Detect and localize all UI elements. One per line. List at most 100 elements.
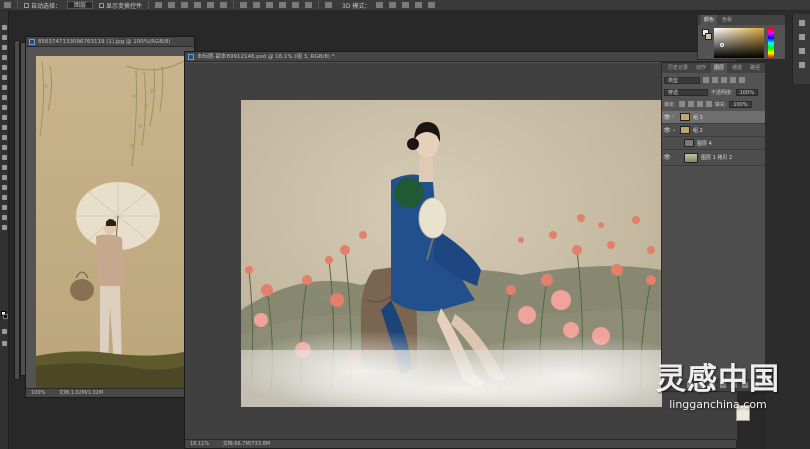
clone-stamp-tool-icon[interactable] — [2, 105, 7, 110]
more-tools-icon[interactable] — [2, 225, 7, 230]
auto-select-checkbox[interactable]: 自动选择： — [24, 1, 61, 10]
align-center-icon[interactable] — [207, 2, 215, 8]
distribute-bottom-icon[interactable] — [266, 2, 274, 8]
align-right-icon[interactable] — [220, 2, 228, 8]
layer-row-group-3[interactable]: 👁 › 组 3 — [662, 111, 765, 124]
lock-position-icon[interactable] — [696, 101, 703, 107]
color-picker-handle[interactable] — [720, 43, 724, 47]
eyedropper-tool-icon[interactable] — [2, 75, 7, 80]
path-select-tool-icon[interactable] — [2, 185, 7, 190]
tab-channels[interactable]: 通道 — [729, 63, 745, 73]
photo-umbrella-woman — [36, 56, 184, 390]
fill-label: 填充: — [714, 101, 727, 108]
adjustments-panel-icon[interactable] — [799, 34, 805, 40]
tab-color[interactable]: 颜色 — [701, 15, 718, 25]
3d-pan-icon[interactable] — [402, 2, 410, 8]
opacity-field[interactable]: 100% — [735, 88, 758, 96]
layer-name: 组 2 — [693, 127, 703, 134]
tab-swatches[interactable]: 色板 — [719, 15, 735, 25]
lock-pixels-icon[interactable] — [687, 101, 694, 107]
auto-select-dropdown[interactable]: 图层 — [67, 1, 94, 9]
layers-panel: 历史记录 动作 图层 通道 路径 类型 穿透 不透明度: 100% 锁定: 填充… — [661, 62, 766, 392]
expand-arrow-icon[interactable]: › — [672, 114, 680, 120]
filter-shape-icon[interactable] — [730, 77, 736, 83]
zoom-readout[interactable]: 100% — [31, 390, 45, 396]
crop-tool-icon[interactable] — [2, 65, 7, 70]
move-tool-icon[interactable] — [2, 25, 7, 30]
healing-brush-tool-icon[interactable] — [2, 85, 7, 90]
distribute-top-icon[interactable] — [240, 2, 248, 8]
layer-row-group-2[interactable]: 👁 ⌄ 组 2 — [662, 124, 765, 137]
3d-roll-icon[interactable] — [389, 2, 397, 8]
document-tab-main[interactable]: 未标题-副本89912146.psd @ 18.1% (组 3, RGB/8) … — [185, 52, 736, 62]
tab-history[interactable]: 历史记录 — [665, 63, 691, 73]
layer-row-layer-1-copy-2[interactable]: 👁 图层 1 拷贝 2 — [662, 150, 765, 166]
tab-layers[interactable]: 图层 — [711, 63, 728, 73]
align-middle-icon[interactable] — [168, 2, 176, 8]
document-window-main[interactable]: 未标题-副本89912146.psd @ 18.1% (组 3, RGB/8) … — [184, 51, 737, 449]
filter-pixel-icon[interactable] — [703, 77, 709, 83]
canvas-main[interactable] — [241, 100, 662, 407]
history-brush-tool-icon[interactable] — [2, 115, 7, 120]
blend-mode-dropdown[interactable]: 穿透 — [664, 88, 708, 96]
3d-rotate-icon[interactable] — [376, 2, 384, 8]
visibility-eye-icon[interactable]: 👁 — [662, 127, 672, 134]
visibility-eye-icon[interactable]: 👁 — [662, 114, 672, 121]
visibility-eye-icon[interactable]: 👁 — [662, 154, 672, 161]
hue-slider[interactable] — [768, 28, 774, 58]
lock-all-icon[interactable] — [705, 101, 712, 107]
auto-select-label: 自动选择： — [31, 2, 62, 10]
gradient-tool-icon[interactable] — [2, 135, 7, 140]
character-panel-icon[interactable] — [799, 62, 805, 68]
zoom-tool-icon[interactable] — [2, 215, 7, 220]
fill-field[interactable]: 100% — [729, 100, 752, 108]
tab-paths[interactable]: 路径 — [747, 63, 763, 73]
close-icon[interactable] — [29, 39, 35, 45]
lasso-tool-icon[interactable] — [2, 45, 7, 50]
blur-tool-icon[interactable] — [2, 145, 7, 150]
hand-tool-icon[interactable] — [2, 205, 7, 210]
quick-mask-icon[interactable] — [2, 329, 7, 334]
layer-list: 👁 › 组 3 👁 ⌄ 组 2 图层 4 👁 图层 1 拷贝 2 — [662, 111, 765, 381]
align-left-icon[interactable] — [194, 2, 202, 8]
shape-tool-icon[interactable] — [2, 195, 7, 200]
pen-tool-icon[interactable] — [2, 165, 7, 170]
3d-slide-icon[interactable] — [415, 2, 423, 8]
properties-panel-icon[interactable] — [799, 48, 805, 54]
tab-actions[interactable]: 动作 — [693, 63, 709, 73]
collapse-arrow-icon[interactable]: ⌄ — [672, 127, 680, 133]
3d-scale-icon[interactable] — [428, 2, 436, 8]
document-tab-left[interactable]: 8563747133096763119 (1).jpg @ 100%(RGB/8… — [26, 37, 194, 47]
brush-tool-icon[interactable] — [2, 95, 7, 100]
eraser-tool-icon[interactable] — [2, 125, 7, 130]
move-tool-icon[interactable] — [4, 2, 11, 8]
type-tool-icon[interactable] — [2, 175, 7, 180]
filter-smart-object-icon[interactable] — [739, 77, 745, 83]
lock-transparency-icon[interactable] — [678, 101, 685, 107]
distribute-right-icon[interactable] — [305, 2, 313, 8]
filter-kind-dropdown[interactable]: 类型 — [664, 76, 700, 84]
close-icon[interactable] — [188, 54, 194, 60]
document-window-left[interactable]: 8563747133096763119 (1).jpg @ 100%(RGB/8… — [25, 36, 195, 398]
panel-icon-strip — [792, 14, 810, 84]
background-color-swatch[interactable] — [3, 314, 8, 319]
marquee-tool-icon[interactable] — [2, 35, 7, 40]
color-panel-icon[interactable] — [799, 20, 805, 26]
align-top-icon[interactable] — [155, 2, 163, 8]
canvas-left[interactable] — [36, 56, 184, 390]
screen-mode-icon[interactable] — [2, 341, 7, 346]
distribute-center-icon[interactable] — [292, 2, 300, 8]
quick-select-tool-icon[interactable] — [2, 55, 7, 60]
align-bottom-icon[interactable] — [181, 2, 189, 8]
file-info: 文档:1.02M/1.02M — [58, 390, 104, 396]
filter-type-icon[interactable] — [721, 77, 727, 83]
filter-adjustment-icon[interactable] — [712, 77, 718, 83]
layer-row-layer-4[interactable]: 图层 4 — [662, 137, 765, 150]
background-color-swatch[interactable] — [705, 33, 712, 40]
show-transform-checkbox[interactable]: 显示变换控件 — [99, 1, 142, 10]
zoom-readout[interactable]: 18.11% — [190, 441, 209, 447]
dodge-tool-icon[interactable] — [2, 155, 7, 160]
auto-align-icon[interactable] — [325, 2, 333, 8]
distribute-middle-icon[interactable] — [253, 2, 261, 8]
distribute-left-icon[interactable] — [279, 2, 287, 8]
